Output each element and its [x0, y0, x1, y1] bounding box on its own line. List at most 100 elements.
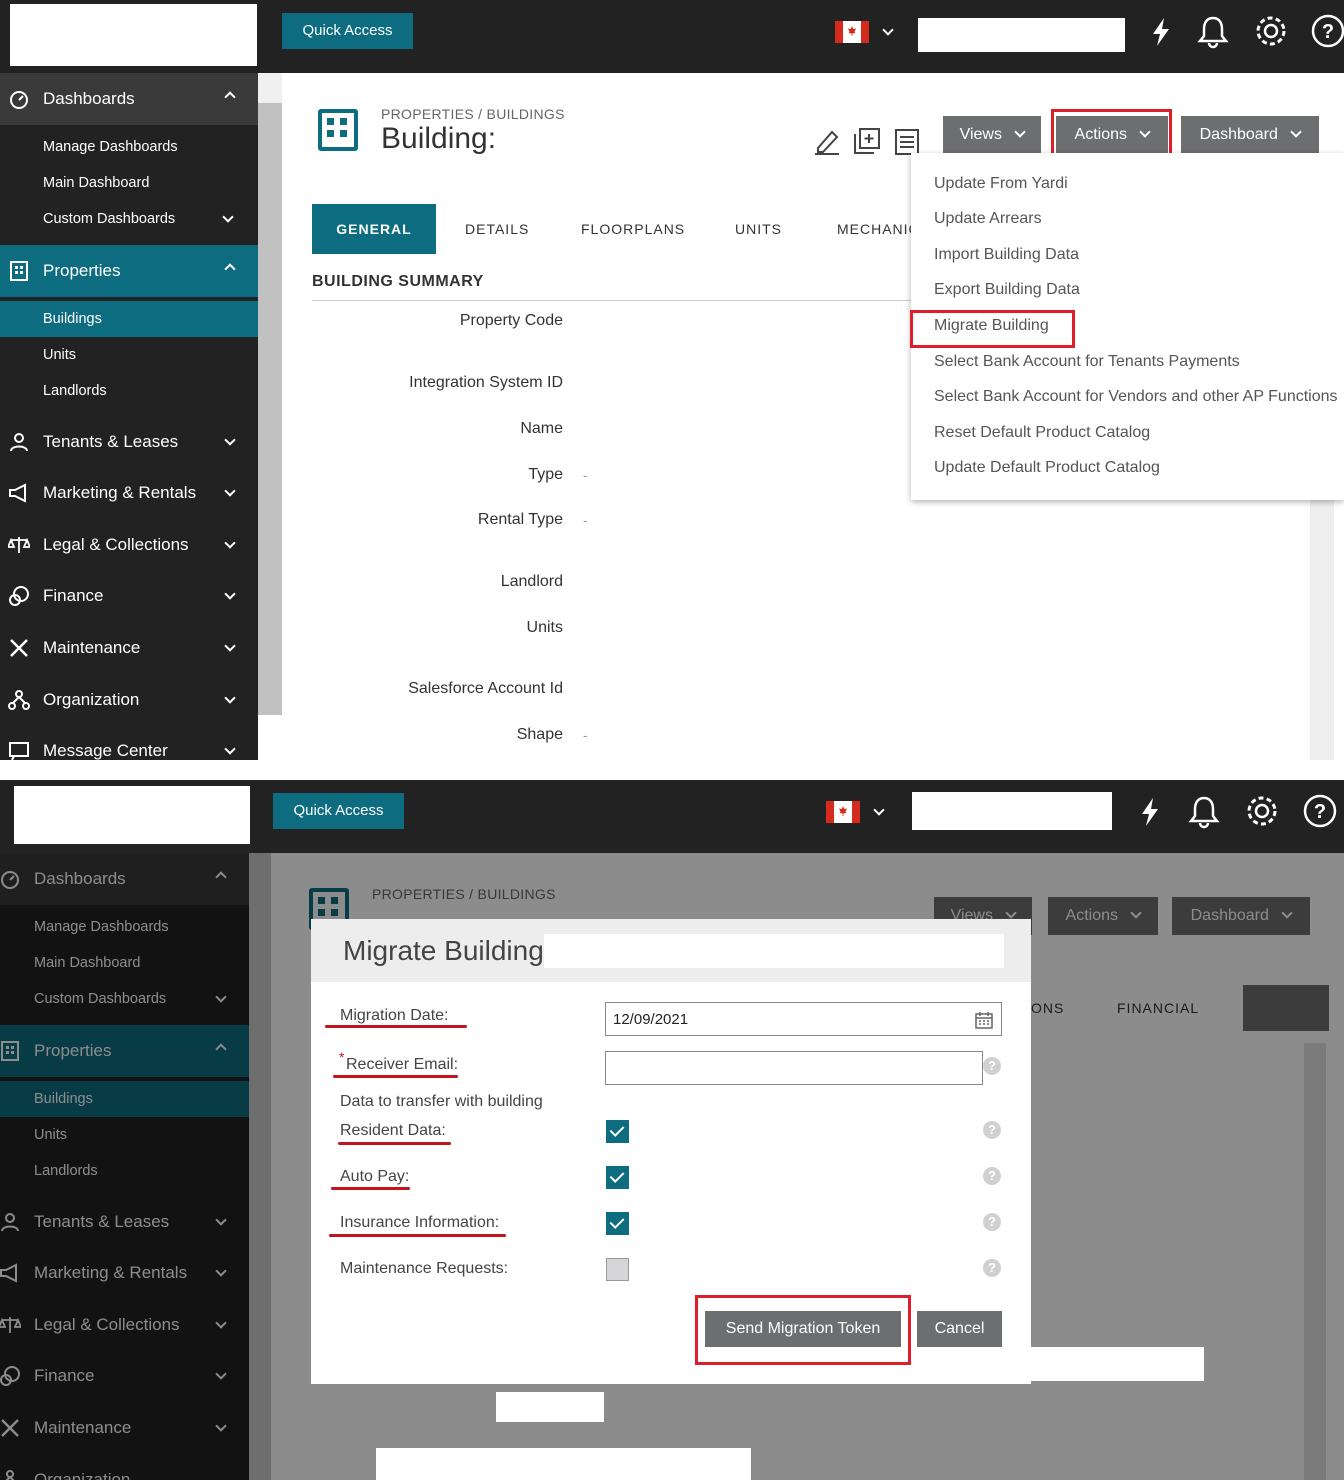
menu-item-update-arrears[interactable]: Update Arrears	[934, 210, 1042, 228]
sidebar-section-organization[interactable]: Organization	[0, 674, 258, 726]
cancel-button[interactable]: Cancel	[917, 1311, 1002, 1347]
sidebar-item-manage-dashboards[interactable]: Manage Dashboards	[0, 129, 258, 165]
sidebar-section-tenants-leases[interactable]: Tenants & Leases	[0, 416, 258, 468]
tab-floorplans[interactable]: FLOORPLANS	[581, 204, 685, 254]
chevron-down-icon	[224, 640, 236, 652]
chevron-up-icon	[224, 263, 236, 275]
language-chevron-icon[interactable]	[873, 804, 885, 816]
canada-flag-icon[interactable]	[835, 21, 869, 43]
sidebar-item-label: Custom Dashboards	[43, 211, 176, 227]
chevron-down-icon	[224, 692, 236, 704]
dialog-header: Migrate Building	[311, 919, 1031, 982]
field-property-code: Property Code	[459, 312, 563, 329]
sidebar-section-dashboards[interactable]: Dashboards	[0, 73, 258, 125]
required-asterisk: *	[339, 1049, 345, 1065]
sidebar-item-main-dashboard[interactable]: Main Dashboard	[0, 165, 258, 201]
help-icon[interactable]: ?	[983, 1057, 1001, 1075]
sidebar-section-message-center[interactable]: Message Center	[0, 725, 258, 760]
resident-data-checkbox[interactable]	[606, 1120, 629, 1143]
annotation-underline	[338, 1142, 451, 1145]
auto-pay-checkbox[interactable]	[606, 1166, 629, 1189]
menu-item-import-building-data[interactable]: Import Building Data	[934, 246, 1079, 264]
auto-pay-label: Auto Pay:	[340, 1168, 410, 1185]
sidebar-section-properties[interactable]: Properties	[0, 245, 258, 297]
gear-icon[interactable]	[1244, 793, 1280, 829]
add-copy-icon[interactable]	[852, 126, 882, 156]
sidebar-section-legal-collections[interactable]: Legal & Collections	[0, 519, 258, 571]
top-bar: Quick Access ?	[0, 0, 1344, 73]
tab-general[interactable]: GENERAL	[312, 204, 436, 254]
content-edge-strip	[1310, 500, 1334, 760]
bell-icon[interactable]	[1186, 793, 1222, 829]
chevron-down-icon	[224, 743, 236, 755]
canada-flag-icon[interactable]	[826, 801, 860, 823]
chevron-down-icon	[1290, 126, 1303, 138]
menu-item-reset-product-catalog[interactable]: Reset Default Product Catalog	[934, 424, 1150, 442]
field-type-value: -	[583, 467, 588, 483]
redacted-box	[1031, 1347, 1204, 1381]
help-icon[interactable]: ?	[983, 1121, 1001, 1139]
field-shape: Shape	[516, 726, 563, 743]
lightning-icon[interactable]	[1143, 14, 1179, 50]
tab-units[interactable]: UNITS	[735, 204, 782, 254]
maintenance-requests-checkbox[interactable]	[606, 1258, 629, 1281]
maintenance-requests-label: Maintenance Requests:	[340, 1260, 509, 1277]
resident-data-label: Resident Data:	[340, 1122, 446, 1139]
notes-icon[interactable]	[894, 126, 920, 156]
receiver-email-input[interactable]	[605, 1051, 983, 1085]
sidebar-scrollbar[interactable]	[258, 73, 282, 715]
dashboard-button[interactable]: Dashboard	[1181, 116, 1319, 154]
help-icon[interactable]: ?	[983, 1213, 1001, 1231]
sidebar-section-maintenance[interactable]: Maintenance	[0, 622, 258, 674]
search-box[interactable]	[918, 18, 1125, 52]
organization-icon	[8, 690, 30, 710]
sidebar-section-finance[interactable]: Finance	[0, 570, 258, 622]
migration-date-value: 12/09/2021	[613, 1011, 689, 1028]
menu-item-export-building-data[interactable]: Export Building Data	[934, 281, 1080, 299]
coins-icon	[9, 586, 29, 606]
help-icon[interactable]: ?	[1302, 793, 1338, 829]
gear-icon[interactable]	[1253, 13, 1289, 49]
calendar-icon[interactable]	[974, 1010, 994, 1030]
chevron-down-icon	[224, 588, 236, 600]
sidebar: Dashboards Manage Dashboards Main Dashbo…	[0, 73, 258, 760]
breadcrumb[interactable]: PROPERTIES / BUILDINGS	[381, 106, 565, 122]
search-box[interactable]	[912, 792, 1112, 830]
menu-item-update-from-yardi[interactable]: Update From Yardi	[934, 175, 1068, 193]
views-button[interactable]: Views	[943, 116, 1041, 154]
scrollbar-track-top	[258, 73, 282, 103]
sidebar-section-label: Marketing & Rentals	[43, 483, 197, 502]
edit-pencil-icon[interactable]	[812, 126, 842, 156]
top-bar: Quick Access ?	[0, 780, 1344, 853]
help-icon[interactable]: ?	[1310, 13, 1344, 49]
menu-item-update-product-catalog[interactable]: Update Default Product Catalog	[934, 459, 1160, 477]
language-chevron-icon[interactable]	[882, 24, 894, 36]
migrate-building-dialog: Migrate Building Migration Date: 12/09/2…	[311, 919, 1031, 1384]
quick-access-button[interactable]: Quick Access	[273, 793, 404, 829]
building-page-icon	[318, 109, 358, 151]
bell-icon[interactable]	[1195, 13, 1231, 49]
insurance-information-checkbox[interactable]	[606, 1212, 629, 1235]
tab-details[interactable]: DETAILS	[465, 204, 529, 254]
quick-access-button[interactable]: Quick Access	[282, 13, 413, 49]
person-icon	[10, 433, 28, 452]
transfer-heading: Data to transfer with building	[340, 1093, 543, 1110]
sidebar-item-buildings[interactable]: Buildings	[0, 301, 258, 337]
section-title: BUILDING SUMMARY	[312, 273, 484, 290]
annotation-underline	[325, 1025, 467, 1028]
redacted-box	[544, 934, 1004, 968]
sidebar-item-units[interactable]: Units	[0, 337, 258, 373]
help-icon[interactable]: ?	[983, 1167, 1001, 1185]
sidebar-section-label: Finance	[43, 586, 104, 605]
dialog-title: Migrate Building	[343, 935, 544, 966]
sidebar-item-custom-dashboards[interactable]: Custom Dashboards	[0, 201, 258, 237]
lightning-icon[interactable]	[1132, 794, 1168, 830]
screenshot-migrate-dialog: Quick Access ? Dashboards Manage Dashboa…	[0, 780, 1344, 1480]
sidebar-section-marketing-rentals[interactable]: Marketing & Rentals	[0, 467, 258, 519]
tab-mechanical[interactable]: MECHANIC	[837, 204, 920, 254]
menu-item-bank-account-tenants[interactable]: Select Bank Account for Tenants Payments	[934, 353, 1240, 371]
menu-item-bank-account-vendors[interactable]: Select Bank Account for Vendors and othe…	[934, 388, 1338, 406]
migration-date-field[interactable]: 12/09/2021	[605, 1002, 1002, 1036]
sidebar-item-landlords[interactable]: Landlords	[0, 373, 258, 409]
help-icon[interactable]: ?	[983, 1259, 1001, 1277]
